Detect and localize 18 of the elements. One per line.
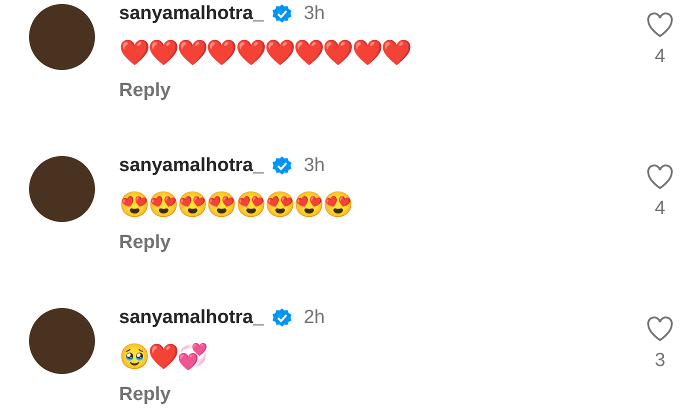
reply-button[interactable]: Reply xyxy=(119,232,171,254)
like-count: 4 xyxy=(654,198,666,220)
like-count: 4 xyxy=(654,46,666,68)
comment-text: 😍😍😍😍😍😍😍😍 xyxy=(119,190,354,222)
like-count: 3 xyxy=(654,350,666,372)
reply-button[interactable]: Reply xyxy=(119,384,171,406)
like-heart-icon[interactable] xyxy=(646,12,674,38)
username[interactable]: sanyamalhotra_ xyxy=(119,3,264,25)
comment-text: 🥹❤💞 xyxy=(119,342,208,374)
timestamp: 2h xyxy=(304,307,325,329)
username[interactable]: sanyamalhotra_ xyxy=(119,155,264,177)
timestamp: 3h xyxy=(304,3,325,25)
comment-text: ❤❤❤❤❤❤❤❤❤❤ xyxy=(119,38,412,70)
like-heart-icon[interactable] xyxy=(646,164,674,190)
reply-button[interactable]: Reply xyxy=(119,80,171,102)
timestamp: 3h xyxy=(304,155,325,177)
like-heart-icon[interactable] xyxy=(646,316,674,342)
username[interactable]: sanyamalhotra_ xyxy=(119,307,264,329)
